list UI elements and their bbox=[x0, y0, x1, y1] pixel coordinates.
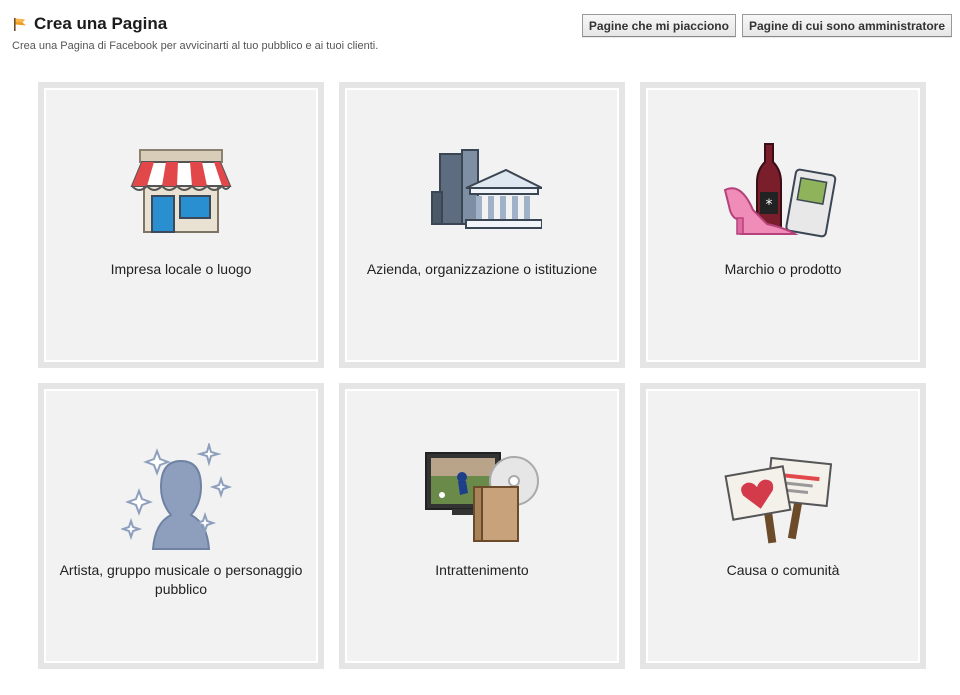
protest-signs-icon bbox=[723, 449, 843, 549]
products-icon: * bbox=[723, 142, 843, 247]
title-row: Crea una Pagina bbox=[12, 14, 378, 34]
category-card-local-business[interactable]: Impresa locale o luogo bbox=[38, 82, 324, 368]
admin-pages-button[interactable]: Pagine di cui sono amministratore bbox=[741, 14, 952, 37]
entertainment-icon bbox=[422, 451, 542, 551]
page-title: Crea una Pagina bbox=[34, 14, 168, 33]
category-label: Artista, gruppo musicale o personaggio p… bbox=[59, 562, 303, 597]
page-header: Crea una Pagina Crea una Pagina di Faceb… bbox=[12, 14, 378, 52]
category-card-entertainment[interactable]: Intrattenimento bbox=[339, 383, 625, 669]
buildings-icon bbox=[422, 146, 543, 241]
category-grid: Impresa locale o luogo Azienda, organizz… bbox=[38, 82, 926, 669]
page-subtitle: Crea una Pagina di Facebook per avvicina… bbox=[12, 40, 379, 52]
category-card-brand-product[interactable]: * Marchio o prodotto bbox=[640, 82, 926, 368]
category-card-artist[interactable]: Artista, gruppo musicale o personaggio p… bbox=[38, 383, 324, 669]
storefront-icon bbox=[126, 146, 236, 241]
star-silhouette-icon bbox=[119, 441, 241, 558]
flag-icon bbox=[12, 16, 28, 32]
svg-text:*: * bbox=[766, 197, 773, 213]
liked-pages-button[interactable]: Pagine che mi piacciono bbox=[581, 14, 736, 37]
category-label: Azienda, organizzazione o istituzione bbox=[366, 261, 598, 277]
category-label: Causa o comunità bbox=[726, 562, 840, 578]
category-card-cause[interactable]: Causa o comunità bbox=[640, 383, 926, 669]
category-card-company[interactable]: Azienda, organizzazione o istituzione bbox=[339, 82, 625, 368]
category-label: Intrattenimento bbox=[435, 562, 529, 578]
category-label: Marchio o prodotto bbox=[724, 261, 842, 277]
header-buttons: Pagine che mi piacciono Pagine di cui so… bbox=[581, 14, 952, 37]
category-label: Impresa locale o luogo bbox=[110, 261, 252, 277]
